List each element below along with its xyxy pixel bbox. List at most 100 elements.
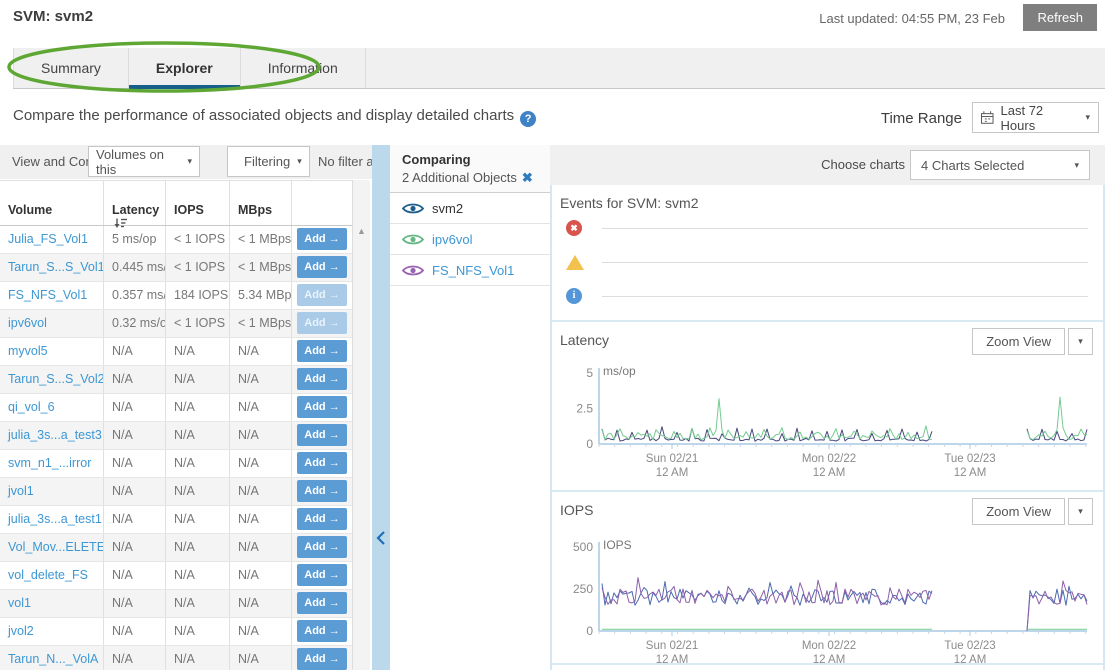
volume-link[interactable]: qi_vol_6 (8, 400, 55, 414)
add-button[interactable]: Add → (297, 368, 347, 390)
volume-link[interactable]: Tarun_S...S_Vol1 (8, 260, 104, 274)
tab-summary[interactable]: Summary (13, 48, 129, 88)
svg-text:500: 500 (573, 540, 593, 554)
latency-cell: N/A (104, 394, 166, 421)
mbps-cell: < 1 MBps (230, 226, 292, 253)
iops-zoom-caret-button[interactable]: ▾ (1068, 498, 1093, 525)
latency-cell: N/A (104, 506, 166, 533)
volume-link[interactable]: julia_3s...a_test1 (8, 512, 102, 526)
column-header-latency[interactable]: Latency (104, 181, 166, 225)
view-selector-dropdown[interactable]: Volumes on this ▾ (88, 146, 200, 177)
volume-link[interactable]: svm_n1_...irror (8, 456, 91, 470)
time-range-value: Last 72 Hours (1001, 103, 1079, 133)
volume-link[interactable]: myvol5 (8, 344, 48, 358)
critical-event-icon: ✖ (566, 220, 582, 236)
time-range-dropdown[interactable]: Last 72 Hours ▾ (972, 102, 1099, 133)
collapse-panel-handle[interactable] (372, 145, 390, 670)
latency-chart: 02.55ms/opSun 02/2112 AMMon 02/2212 AMTu… (552, 357, 1103, 490)
chevron-left-icon (376, 530, 386, 546)
table-row: Tarun_S...S_Vol2N/AN/AN/AAdd → (0, 366, 352, 394)
add-button[interactable]: Add → (297, 228, 347, 250)
add-button[interactable]: Add → (297, 396, 347, 418)
svg-text:Mon 02/22: Mon 02/22 (802, 640, 856, 652)
eye-icon[interactable] (402, 202, 424, 215)
svg-text:0: 0 (586, 437, 593, 451)
add-button[interactable]: Add → (297, 340, 347, 362)
volume-link[interactable]: vol1 (8, 596, 31, 610)
iops-cell: < 1 IOPS (166, 254, 230, 281)
view-and-compare-label: View and Comp (12, 154, 88, 169)
comparing-item-FS_NFS_Vol1[interactable]: FS_NFS_Vol1 (390, 255, 550, 286)
mbps-cell: N/A (230, 478, 292, 505)
chevron-down-icon: ▾ (1085, 112, 1090, 123)
add-button[interactable]: Add → (297, 592, 347, 614)
column-header-volume[interactable]: Volume (0, 181, 104, 225)
latency-cell: N/A (104, 422, 166, 449)
iops-cell: N/A (166, 478, 230, 505)
add-button[interactable]: Add → (297, 256, 347, 278)
mbps-cell: N/A (230, 338, 292, 365)
eye-icon[interactable] (402, 233, 424, 246)
iops-cell: N/A (166, 394, 230, 421)
clear-comparing-icon[interactable]: ✖ (522, 170, 533, 185)
iops-chart-title: IOPS (560, 502, 593, 518)
volume-link[interactable]: Julia_FS_Vol1 (8, 232, 88, 246)
add-button[interactable]: Add → (297, 508, 347, 530)
volume-link[interactable]: vol_delete_FS (8, 568, 88, 582)
tab-information[interactable]: Information (241, 48, 366, 88)
time-range-label: Time Range (881, 110, 962, 127)
add-button[interactable]: Add → (297, 452, 347, 474)
mbps-cell: N/A (230, 450, 292, 477)
chevron-down-icon: ▾ (297, 156, 302, 167)
table-row: julia_3s...a_test3N/AN/AN/AAdd → (0, 422, 352, 450)
volume-link[interactable]: Vol_Mov...ELETE (8, 540, 104, 554)
latency-zoom-caret-button[interactable]: ▾ (1068, 328, 1093, 355)
latency-cell: 0.357 ms/o (104, 282, 166, 309)
volume-link[interactable]: ipv6vol (8, 316, 47, 330)
comparing-item-ipv6vol[interactable]: ipv6vol (390, 224, 550, 255)
volume-link[interactable]: jvol1 (8, 484, 34, 498)
comparing-items: svm2 ipv6vol FS_NFS_Vol1 (390, 193, 550, 286)
volume-link[interactable]: julia_3s...a_test3 (8, 428, 102, 442)
table-row: Tarun_N..._VolAN/AN/AN/AAdd → (0, 646, 352, 670)
filtering-dropdown[interactable]: Filtering ▾ (227, 146, 310, 177)
comparing-item-label: ipv6vol (432, 232, 472, 247)
tab-explorer[interactable]: Explorer (129, 48, 241, 88)
mbps-cell: N/A (230, 422, 292, 449)
iops-zoom-view-button[interactable]: Zoom View (972, 498, 1065, 525)
table-scrollbar[interactable]: ▲ (352, 180, 370, 670)
column-header-add (292, 181, 352, 225)
add-button[interactable]: Add → (297, 424, 347, 446)
eye-icon[interactable] (402, 264, 424, 277)
column-header-iops[interactable]: IOPS (166, 181, 230, 225)
volume-link[interactable]: Tarun_N..._VolA (8, 652, 98, 666)
chevron-down-icon: ▾ (1074, 160, 1079, 171)
svg-text:Mon 02/22: Mon 02/22 (802, 453, 856, 465)
table-row: svm_n1_...irrorN/AN/AN/AAdd → (0, 450, 352, 478)
info-event-icon: i (566, 288, 582, 304)
table-row: myvol5N/AN/AN/AAdd → (0, 338, 352, 366)
choose-charts-dropdown[interactable]: 4 Charts Selected ▾ (910, 150, 1090, 180)
volume-link[interactable]: FS_NFS_Vol1 (8, 288, 87, 302)
refresh-button[interactable]: Refresh (1023, 4, 1097, 31)
add-button[interactable]: Add → (297, 648, 347, 670)
add-button[interactable]: Add → (297, 620, 347, 642)
charts-pane: Events for SVM: svm2 ✖ i Latency Zoom Vi… (550, 185, 1105, 670)
add-button[interactable]: Add → (297, 564, 347, 586)
comparing-item-svm2[interactable]: svm2 (390, 193, 550, 224)
latency-zoom-view-button[interactable]: Zoom View (972, 328, 1065, 355)
scroll-up-arrow[interactable]: ▲ (353, 226, 370, 236)
latency-cell: 5 ms/op (104, 226, 166, 253)
volume-link[interactable]: jvol2 (8, 624, 34, 638)
add-button[interactable]: Add → (297, 480, 347, 502)
table-row: jvol1N/AN/AN/AAdd → (0, 478, 352, 506)
svg-text:IOPS: IOPS (603, 538, 632, 552)
page-description: Compare the performance of associated ob… (13, 107, 536, 127)
help-icon[interactable]: ? (520, 111, 536, 127)
iops-chart-panel: IOPS Zoom View ▾ 0250500IOPSSun 02/2112 … (552, 492, 1103, 665)
iops-cell: N/A (166, 646, 230, 670)
iops-cell: N/A (166, 506, 230, 533)
column-header-mbps[interactable]: MBps (230, 181, 292, 225)
add-button[interactable]: Add → (297, 536, 347, 558)
volume-link[interactable]: Tarun_S...S_Vol2 (8, 372, 104, 386)
